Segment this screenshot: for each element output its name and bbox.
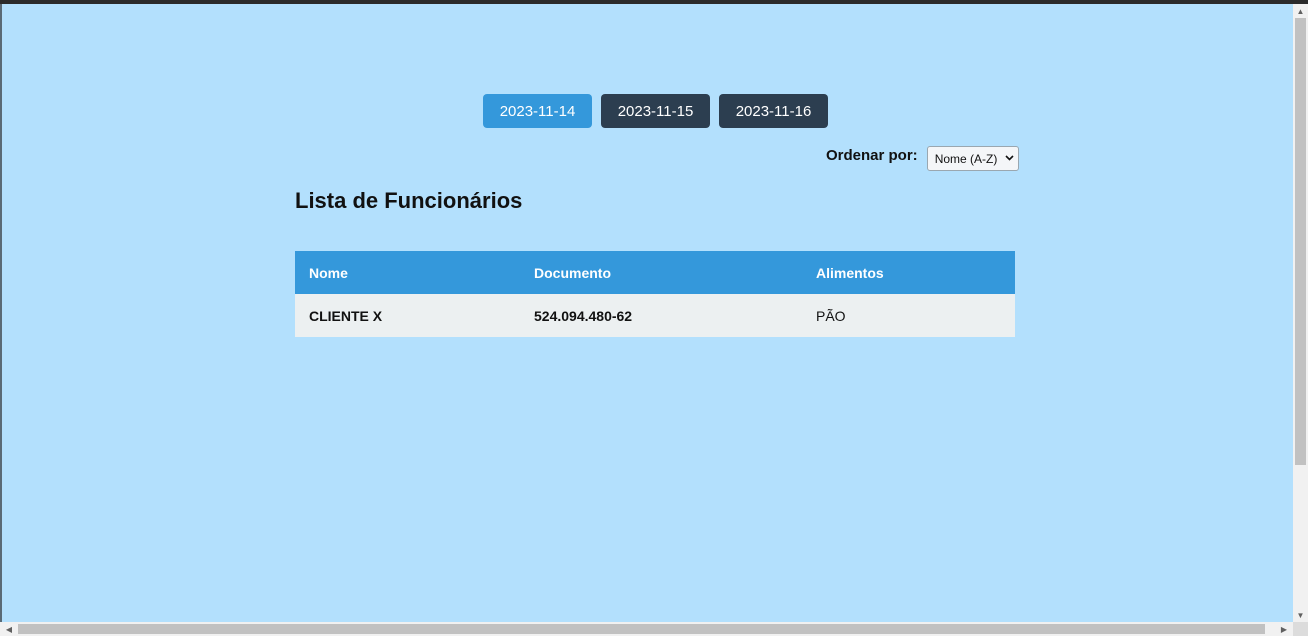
scroll-down-arrow-icon[interactable]: ▼ <box>1293 608 1308 622</box>
date-tab-2023-11-16[interactable]: 2023-11-16 <box>719 94 828 128</box>
date-tab-bar: 2023-11-14 2023-11-15 2023-11-16 <box>483 94 828 128</box>
scrollbar-corner <box>1293 622 1308 636</box>
column-header-documento: Documento <box>520 251 802 294</box>
cell-documento: 524.094.480-62 <box>520 294 802 337</box>
date-tab-2023-11-14[interactable]: 2023-11-14 <box>483 94 592 128</box>
scroll-right-arrow-icon[interactable]: ▶ <box>1277 622 1291 636</box>
chevron-down-icon <box>1005 154 1014 164</box>
cell-nome: CLIENTE X <box>295 294 520 337</box>
sort-select[interactable]: Nome (A-Z) <box>926 146 1019 171</box>
page-title: Lista de Funcionários <box>295 188 523 213</box>
employee-table: Nome Documento Alimentos CLIENTE X 524.0… <box>295 251 1015 337</box>
sort-label: Ordenar por: <box>826 147 918 164</box>
horizontal-scrollbar[interactable]: ◀ ▶ <box>0 622 1293 636</box>
page-viewport: 2023-11-14 2023-11-15 2023-11-16 Ordenar… <box>2 4 1293 622</box>
table-header-row: Nome Documento Alimentos <box>295 251 1015 294</box>
sort-select-value: Nome (A-Z) <box>934 151 998 166</box>
sort-control: Ordenar por: Nome (A-Z) <box>826 146 1019 171</box>
scroll-left-arrow-icon[interactable]: ◀ <box>2 622 16 636</box>
vertical-scrollbar[interactable]: ▲ ▼ <box>1293 4 1308 622</box>
date-tab-2023-11-15[interactable]: 2023-11-15 <box>601 94 710 128</box>
horizontal-scroll-thumb[interactable] <box>18 624 1265 634</box>
column-header-nome: Nome <box>295 251 520 294</box>
table-row: CLIENTE X 524.094.480-62 PÃO <box>295 294 1015 337</box>
column-header-alimentos: Alimentos <box>802 251 1015 294</box>
vertical-scroll-thumb[interactable] <box>1295 18 1306 465</box>
cell-alimentos: PÃO <box>802 294 1015 337</box>
scroll-up-arrow-icon[interactable]: ▲ <box>1293 4 1308 18</box>
